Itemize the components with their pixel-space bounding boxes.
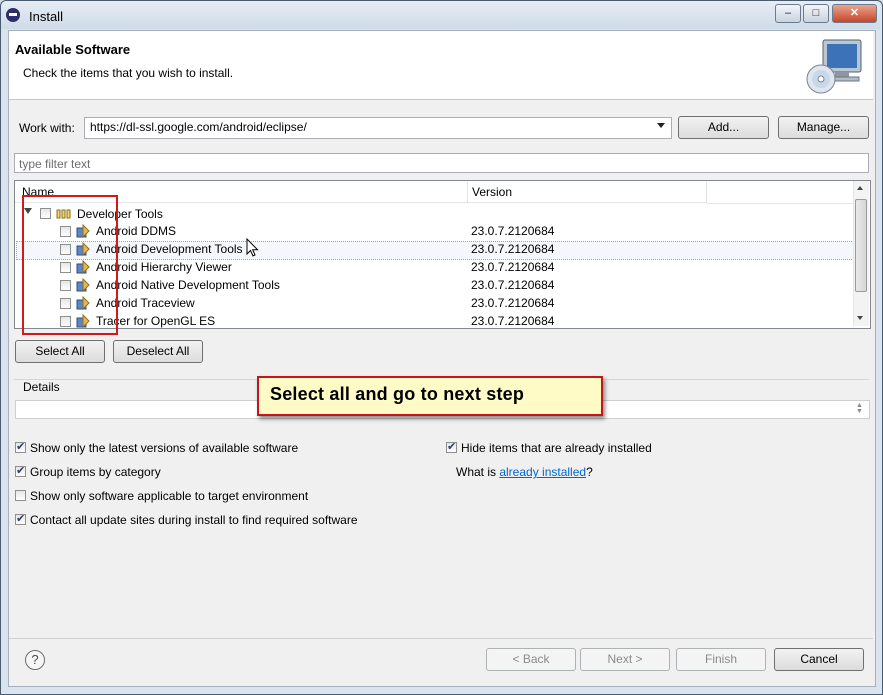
scrollbar-thumb[interactable] [855,199,867,292]
show-applicable-checkbox[interactable] [15,490,26,501]
hide-installed-checkbox[interactable] [446,440,457,453]
hide-installed-label[interactable]: Hide items that are already installed [461,441,652,455]
show-latest-checkbox[interactable] [15,440,26,453]
page-subtitle: Check the items that you wish to install… [23,66,234,80]
details-label: Details [23,380,60,394]
cd-monitor-icon [806,39,862,94]
close-button[interactable]: ✕ [832,4,877,23]
contact-sites-checkbox[interactable] [15,512,26,525]
footer-divider [9,638,873,639]
item-version: 23.0.7.2120684 [471,242,555,256]
eclipse-icon [6,8,20,22]
column-divider[interactable] [467,182,468,203]
group-by-category-label[interactable]: Group items by category [30,465,161,479]
already-installed-link[interactable]: already installed [499,465,586,479]
filter-input[interactable]: type filter text [14,153,869,173]
item-version: 23.0.7.2120684 [471,314,555,328]
highlight-annotation [22,195,118,335]
show-latest-label[interactable]: Show only the latest versions of availab… [30,441,298,455]
chevron-down-icon[interactable] [657,123,665,128]
manage-sites-button[interactable]: Manage... [778,116,869,139]
contact-sites-label[interactable]: Contact all update sites during install … [30,513,358,527]
back-button[interactable]: < Back [486,648,576,671]
installed-info-suffix: ? [586,465,593,479]
column-header-empty [707,181,853,204]
show-applicable-label[interactable]: Show only software applicable to target … [30,489,308,503]
help-icon[interactable]: ? [25,650,45,670]
installed-info-prefix: What is [456,465,500,479]
item-version: 23.0.7.2120684 [471,278,555,292]
cancel-button[interactable]: Cancel [774,648,864,671]
maximize-button[interactable]: □ [803,4,829,23]
mouse-cursor-icon [246,238,259,257]
item-version: 23.0.7.2120684 [471,296,555,310]
details-scroll-icon[interactable]: ▲ ▼ [856,402,863,415]
minimize-button[interactable]: – [775,4,801,23]
select-all-button[interactable]: Select All [15,340,105,363]
page-title: Available Software [15,42,131,57]
add-site-button[interactable]: Add... [678,116,769,139]
scroll-up-icon[interactable] [857,186,863,190]
work-with-label: Work with: [19,121,75,135]
work-with-value: https://dl-ssl.google.com/android/eclips… [90,120,307,134]
group-by-category-checkbox[interactable] [15,464,26,477]
item-version: 23.0.7.2120684 [471,260,555,274]
window-title: Install [29,9,63,24]
installed-info-text: What is already installed? [456,465,593,479]
item-version: 23.0.7.2120684 [471,224,555,238]
instruction-callout-text: Select all and go to next step [270,384,525,404]
next-button[interactable]: Next > [580,648,670,671]
column-divider[interactable] [706,182,707,203]
title-bar[interactable] [1,1,880,29]
scroll-down-icon[interactable] [857,316,863,320]
item-name[interactable]: Android Native Development Tools [96,276,280,294]
finish-button[interactable]: Finish [676,648,766,671]
column-header-version[interactable]: Version [468,181,706,203]
deselect-all-button[interactable]: Deselect All [113,340,203,363]
